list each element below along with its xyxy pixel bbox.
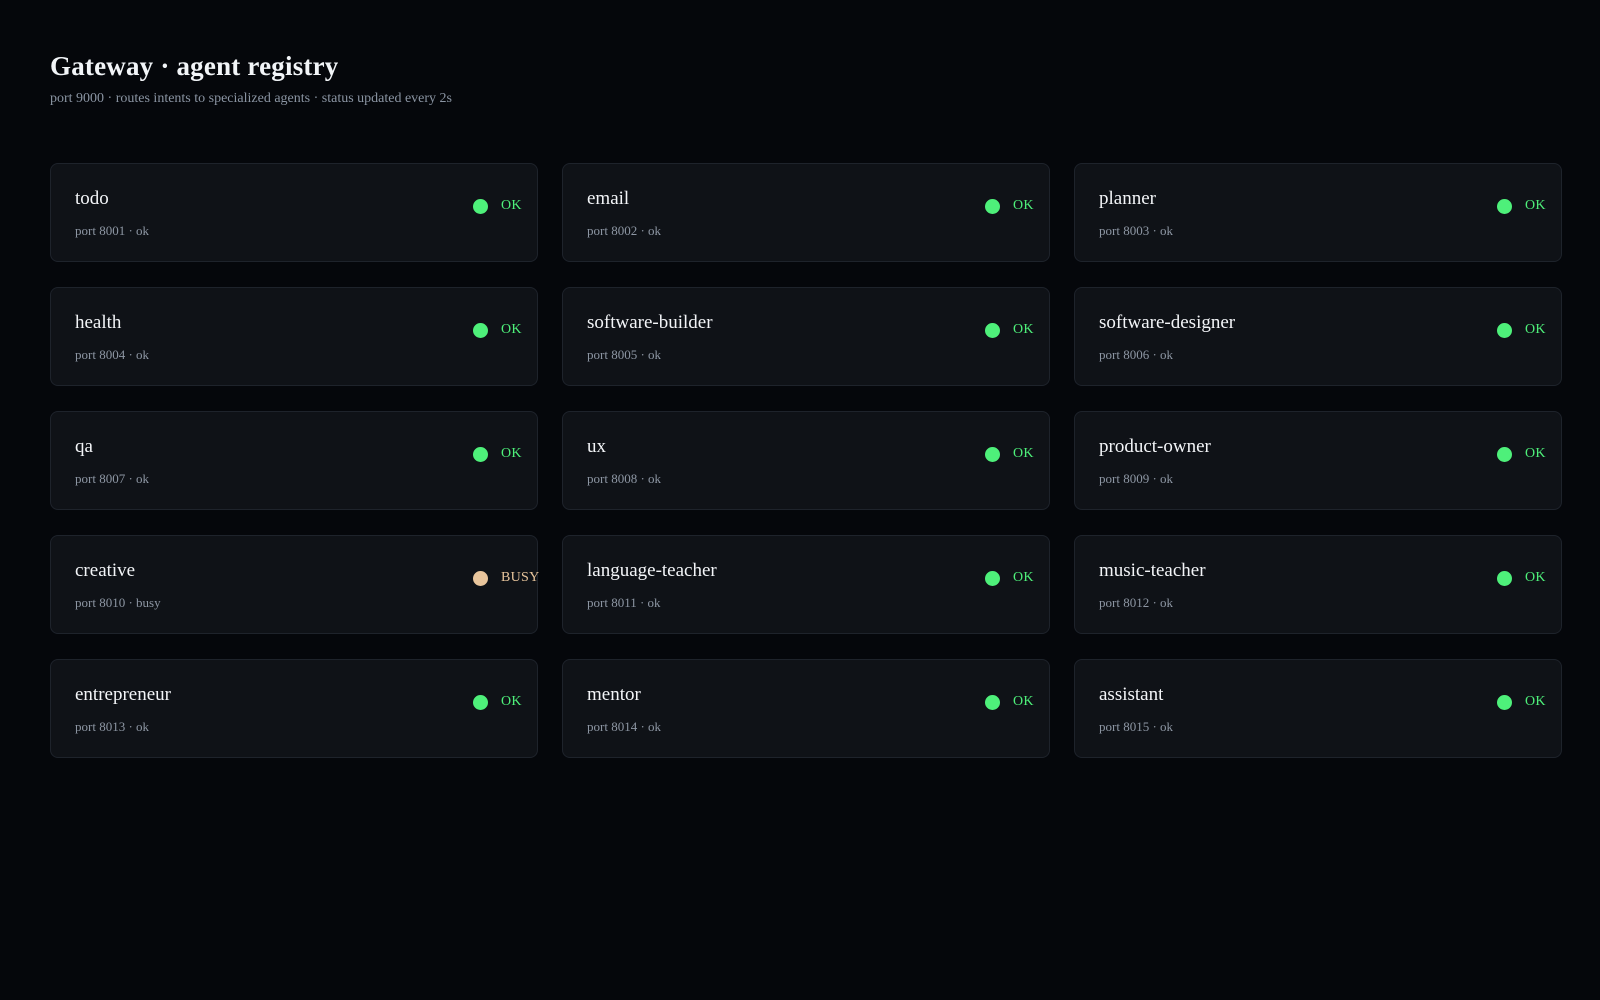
- agent-card-qa[interactable]: qa port 8007 · ok OK: [50, 411, 538, 510]
- status-label: OK: [1013, 694, 1034, 709]
- agent-meta: port 8011 · ok: [587, 595, 661, 610]
- status-badge: OK: [473, 693, 522, 711]
- status-dot-icon: [1497, 446, 1512, 462]
- status-dot-icon: [473, 570, 488, 586]
- status-badge: OK: [1497, 197, 1546, 215]
- agent-card-software-designer[interactable]: software-designer port 8006 · ok OK: [1074, 287, 1562, 386]
- status-label: OK: [1525, 446, 1546, 461]
- agent-name: mentor: [587, 684, 641, 705]
- agent-card-product-owner[interactable]: product-owner port 8009 · ok OK: [1074, 411, 1562, 510]
- status-dot-icon: [985, 198, 1000, 214]
- agent-name: todo: [75, 188, 109, 209]
- status-dot-icon: [985, 694, 1000, 710]
- status-label: BUSY: [501, 570, 540, 585]
- agent-meta: port 8012 · ok: [1099, 595, 1174, 610]
- agent-name: creative: [75, 560, 136, 581]
- status-label: OK: [1525, 694, 1546, 709]
- agent-card-mentor[interactable]: mentor port 8014 · ok OK: [562, 659, 1050, 758]
- agent-card-planner[interactable]: planner port 8003 · ok OK: [1074, 163, 1562, 262]
- status-dot-icon: [473, 198, 488, 214]
- agent-meta: port 8004 · ok: [75, 347, 150, 362]
- status-label: OK: [1525, 570, 1546, 585]
- agent-name: software-builder: [587, 312, 713, 333]
- status-badge: BUSY: [473, 569, 540, 587]
- page-subtitle: port 9000 · routes intents to specialize…: [50, 91, 453, 106]
- status-badge: OK: [473, 321, 522, 339]
- status-dot-icon: [1497, 570, 1512, 586]
- status-label: OK: [1013, 322, 1034, 337]
- status-dot-icon: [473, 446, 488, 462]
- agent-meta: port 8007 · ok: [75, 471, 150, 486]
- status-badge: OK: [985, 445, 1034, 463]
- status-label: OK: [501, 694, 522, 709]
- status-badge: OK: [1497, 569, 1546, 587]
- agent-card-health[interactable]: health port 8004 · ok OK: [50, 287, 538, 386]
- page-header: Gateway · agent registry port 9000 · rou…: [50, 48, 452, 108]
- agent-name: planner: [1099, 188, 1156, 209]
- status-badge: OK: [985, 569, 1034, 587]
- status-badge: OK: [985, 693, 1034, 711]
- agent-meta: port 8008 · ok: [587, 471, 662, 486]
- agent-meta: port 8010 · busy: [75, 595, 161, 610]
- status-badge: OK: [473, 197, 522, 215]
- agent-card-entrepreneur[interactable]: entrepreneur port 8013 · ok OK: [50, 659, 538, 758]
- agent-name: product-owner: [1099, 436, 1211, 457]
- status-dot-icon: [1497, 322, 1512, 338]
- agent-name: ux: [587, 436, 606, 457]
- status-label: OK: [501, 446, 522, 461]
- agent-card-todo[interactable]: todo port 8001 · ok OK: [50, 163, 538, 262]
- status-dot-icon: [473, 694, 488, 710]
- status-dot-icon: [985, 322, 1000, 338]
- agent-meta: port 8002 · ok: [587, 223, 662, 238]
- status-dot-icon: [473, 322, 488, 338]
- status-badge: OK: [1497, 321, 1546, 339]
- agent-card-assistant[interactable]: assistant port 8015 · ok OK: [1074, 659, 1562, 758]
- status-dot-icon: [1497, 198, 1512, 214]
- agent-meta: port 8015 · ok: [1099, 719, 1174, 734]
- agent-name: assistant: [1099, 684, 1164, 705]
- status-label: OK: [1525, 322, 1546, 337]
- status-dot-icon: [985, 446, 1000, 462]
- status-label: OK: [1013, 198, 1034, 213]
- agent-meta: port 8001 · ok: [75, 223, 150, 238]
- agent-grid: todo port 8001 · ok OK email port 8002 · ok O…: [50, 163, 1562, 758]
- agent-card-software-builder[interactable]: software-builder port 8005 · ok OK: [562, 287, 1050, 386]
- agent-card-creative[interactable]: creative port 8010 · busy BUSY: [50, 535, 540, 634]
- agent-meta: port 8005 · ok: [587, 347, 662, 362]
- agent-meta: port 8006 · ok: [1099, 347, 1174, 362]
- agent-name: entrepreneur: [75, 684, 171, 705]
- agent-meta: port 8003 · ok: [1099, 223, 1174, 238]
- status-label: OK: [501, 322, 522, 337]
- status-badge: OK: [985, 321, 1034, 339]
- status-label: OK: [501, 198, 522, 213]
- agent-card-email[interactable]: email port 8002 · ok OK: [562, 163, 1050, 262]
- status-badge: OK: [473, 445, 522, 463]
- agent-card-music-teacher[interactable]: music-teacher port 8012 · ok OK: [1074, 535, 1562, 634]
- status-badge: OK: [985, 197, 1034, 215]
- status-label: OK: [1013, 570, 1034, 585]
- agent-name: email: [587, 188, 630, 209]
- status-dot-icon: [985, 570, 1000, 586]
- agent-name: language-teacher: [587, 560, 717, 581]
- agent-card-ux[interactable]: ux port 8008 · ok OK: [562, 411, 1050, 510]
- status-dot-icon: [1497, 694, 1512, 710]
- status-badge: OK: [1497, 445, 1546, 463]
- agent-name: health: [75, 312, 122, 333]
- status-label: OK: [1013, 446, 1034, 461]
- agent-card-language-teacher[interactable]: language-teacher port 8011 · ok OK: [562, 535, 1050, 634]
- agent-meta: port 8013 · ok: [75, 719, 150, 734]
- agent-name: software-designer: [1099, 312, 1236, 333]
- page-title: Gateway · agent registry: [50, 51, 339, 81]
- agent-meta: port 8009 · ok: [1099, 471, 1174, 486]
- agent-name: music-teacher: [1099, 560, 1206, 581]
- agent-meta: port 8014 · ok: [587, 719, 662, 734]
- agent-name: qa: [75, 436, 93, 457]
- status-label: OK: [1525, 198, 1546, 213]
- status-badge: OK: [1497, 693, 1546, 711]
